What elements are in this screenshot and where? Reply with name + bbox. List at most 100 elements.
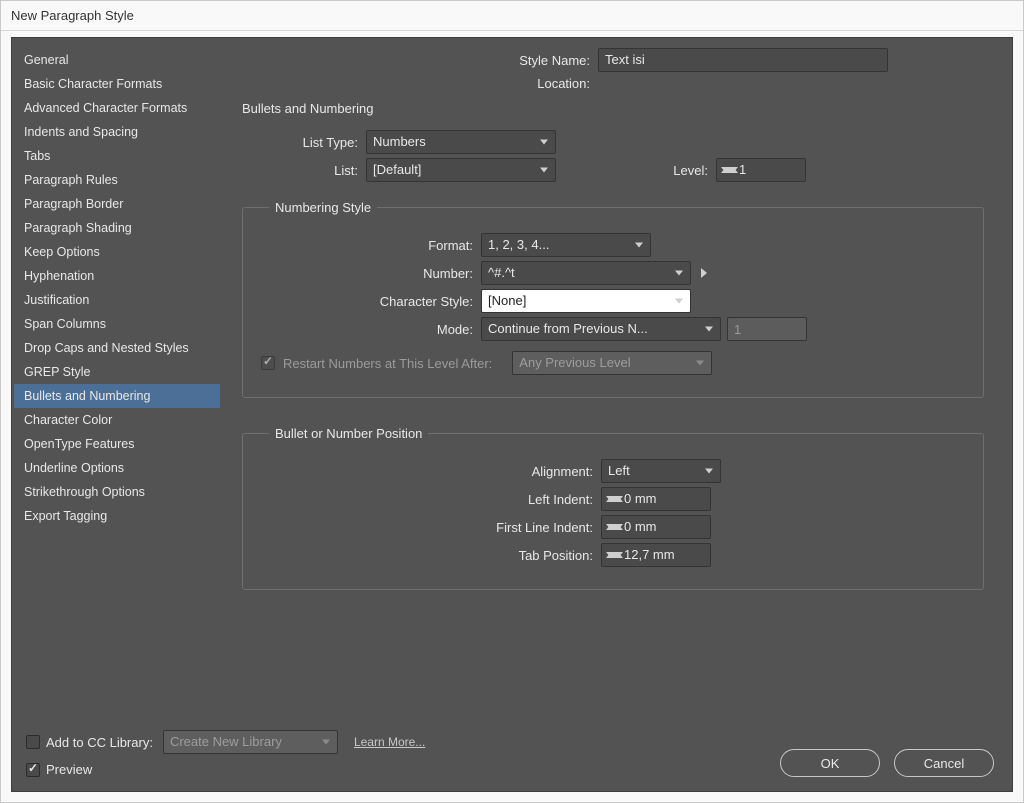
number-input[interactable]: ^#.^t xyxy=(481,261,691,285)
mode-select[interactable]: Continue from Previous N... xyxy=(481,317,721,341)
alignment-label: Alignment: xyxy=(261,464,601,479)
sidebar-item-character-color[interactable]: Character Color xyxy=(14,408,220,432)
columns: General Basic Character Formats Advanced… xyxy=(12,38,1012,720)
position-group: Bullet or Number Position Alignment: Lef… xyxy=(242,426,984,590)
list-type-select[interactable]: Numbers xyxy=(366,130,556,154)
tab-position-stepper[interactable]: 12,7 mm xyxy=(601,543,711,567)
sidebar-item-basic-character-formats[interactable]: Basic Character Formats xyxy=(14,72,220,96)
cancel-label: Cancel xyxy=(924,756,964,771)
window-titlebar: New Paragraph Style xyxy=(1,1,1023,31)
format-value: 1, 2, 3, 4... xyxy=(488,237,549,252)
format-label: Format: xyxy=(261,238,481,253)
restart-value: Any Previous Level xyxy=(519,355,630,370)
sidebar-item-paragraph-shading[interactable]: Paragraph Shading xyxy=(14,216,220,240)
level-stepper[interactable]: 1 xyxy=(716,158,806,182)
section-heading: Bullets and Numbering xyxy=(242,101,984,116)
sidebar-item-advanced-character-formats[interactable]: Advanced Character Formats xyxy=(14,96,220,120)
add-cc-library-checkbox[interactable] xyxy=(26,735,40,749)
dialog-body: General Basic Character Formats Advanced… xyxy=(11,37,1013,792)
sidebar-item-label: Tabs xyxy=(24,149,50,163)
sidebar-item-label: General xyxy=(24,53,68,67)
list-label: List: xyxy=(256,163,366,178)
list-value: [Default] xyxy=(373,162,421,177)
footer-left: Add to CC Library: Create New Library Le… xyxy=(26,730,425,777)
sidebar-item-underline[interactable]: Underline Options xyxy=(14,456,220,480)
sidebar-item-paragraph-border[interactable]: Paragraph Border xyxy=(14,192,220,216)
ok-button[interactable]: OK xyxy=(780,749,880,777)
mode-value: Continue from Previous N... xyxy=(488,321,648,336)
sidebar-item-grep-style[interactable]: GREP Style xyxy=(14,360,220,384)
char-style-label: Character Style: xyxy=(261,294,481,309)
sidebar-item-paragraph-rules[interactable]: Paragraph Rules xyxy=(14,168,220,192)
sidebar-item-keep-options[interactable]: Keep Options xyxy=(14,240,220,264)
tab-position-value: 12,7 mm xyxy=(624,547,675,562)
list-type-value: Numbers xyxy=(373,134,426,149)
dialog-window: New Paragraph Style General Basic Charac… xyxy=(0,0,1024,803)
main-panel: Style Name: Text isi Location: Bullets a… xyxy=(222,38,1012,720)
sidebar-item-opentype[interactable]: OpenType Features xyxy=(14,432,220,456)
style-name-value: Text isi xyxy=(605,52,645,67)
sidebar-item-label: OpenType Features xyxy=(24,437,134,451)
sidebar-item-label: Hyphenation xyxy=(24,269,94,283)
number-flyout-icon[interactable] xyxy=(701,268,707,278)
list-select[interactable]: [Default] xyxy=(366,158,556,182)
sidebar-item-label: Paragraph Shading xyxy=(24,221,132,235)
preview-checkbox[interactable] xyxy=(26,763,40,777)
first-line-indent-stepper[interactable]: 0 mm xyxy=(601,515,711,539)
learn-more-link[interactable]: Learn More... xyxy=(354,735,425,749)
char-style-value: [None] xyxy=(488,293,526,308)
left-indent-stepper[interactable]: 0 mm xyxy=(601,487,711,511)
sidebar-item-label: Strikethrough Options xyxy=(24,485,145,499)
sidebar-item-general[interactable]: General xyxy=(14,48,220,72)
sidebar-item-hyphenation[interactable]: Hyphenation xyxy=(14,264,220,288)
sidebar-item-label: Character Color xyxy=(24,413,112,427)
first-line-indent-label: First Line Indent: xyxy=(261,520,601,535)
window-title: New Paragraph Style xyxy=(11,8,134,23)
char-style-select[interactable]: [None] xyxy=(481,289,691,313)
sidebar-item-tabs[interactable]: Tabs xyxy=(14,144,220,168)
sidebar-item-label: Paragraph Border xyxy=(24,197,123,211)
position-legend: Bullet or Number Position xyxy=(269,426,428,441)
dialog-footer: Add to CC Library: Create New Library Le… xyxy=(12,720,1012,791)
alignment-select[interactable]: Left xyxy=(601,459,721,483)
format-select[interactable]: 1, 2, 3, 4... xyxy=(481,233,651,257)
first-line-indent-value: 0 mm xyxy=(624,519,657,534)
sidebar-item-label: Drop Caps and Nested Styles xyxy=(24,341,189,355)
sidebar-item-label: Basic Character Formats xyxy=(24,77,162,91)
sidebar-item-span-columns[interactable]: Span Columns xyxy=(14,312,220,336)
sidebar: General Basic Character Formats Advanced… xyxy=(12,38,222,720)
level-label: Level: xyxy=(556,163,716,178)
add-cc-library-label: Add to CC Library: xyxy=(46,735,153,750)
number-label: Number: xyxy=(261,266,481,281)
cancel-button[interactable]: Cancel xyxy=(894,749,994,777)
mode-start-at-input: 1 xyxy=(727,317,807,341)
numbering-style-legend: Numbering Style xyxy=(269,200,377,215)
left-indent-value: 0 mm xyxy=(624,491,657,506)
ok-label: OK xyxy=(821,756,840,771)
restart-select: Any Previous Level xyxy=(512,351,712,375)
sidebar-item-justification[interactable]: Justification xyxy=(14,288,220,312)
sidebar-item-label: Advanced Character Formats xyxy=(24,101,187,115)
sidebar-item-label: Export Tagging xyxy=(24,509,107,523)
number-value: ^#.^t xyxy=(488,265,515,280)
left-indent-label: Left Indent: xyxy=(261,492,601,507)
sidebar-item-export-tagging[interactable]: Export Tagging xyxy=(14,504,220,528)
sidebar-item-label: Justification xyxy=(24,293,89,307)
style-name-input[interactable]: Text isi xyxy=(598,48,888,72)
sidebar-item-label: Span Columns xyxy=(24,317,106,331)
sidebar-item-strikethrough[interactable]: Strikethrough Options xyxy=(14,480,220,504)
tab-position-label: Tab Position: xyxy=(261,548,601,563)
style-name-label: Style Name: xyxy=(338,53,598,68)
mode-label: Mode: xyxy=(261,322,481,337)
sidebar-item-indents-spacing[interactable]: Indents and Spacing xyxy=(14,120,220,144)
sidebar-item-bullets-numbering[interactable]: Bullets and Numbering xyxy=(14,384,220,408)
alignment-value: Left xyxy=(608,463,630,478)
sidebar-item-label: Paragraph Rules xyxy=(24,173,118,187)
cc-library-select: Create New Library xyxy=(163,730,338,754)
numbering-style-group: Numbering Style Format: 1, 2, 3, 4... Nu… xyxy=(242,200,984,398)
sidebar-item-label: Bullets and Numbering xyxy=(24,389,150,403)
level-value: 1 xyxy=(739,162,746,177)
cc-library-value: Create New Library xyxy=(170,734,282,749)
location-label: Location: xyxy=(338,76,598,91)
sidebar-item-drop-caps[interactable]: Drop Caps and Nested Styles xyxy=(14,336,220,360)
